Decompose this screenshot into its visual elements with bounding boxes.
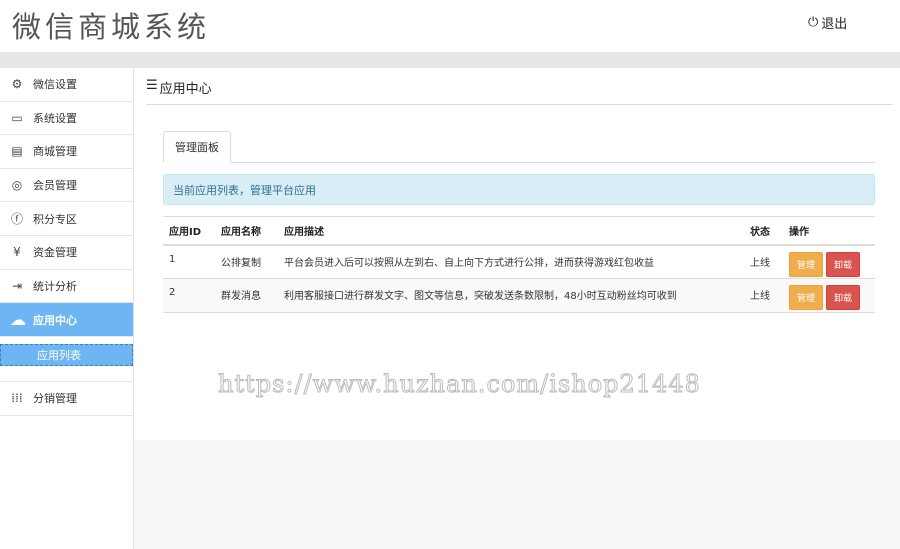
uninstall-button[interactable]: 卸载 (826, 251, 861, 277)
sidebar-item-points[interactable]: ⓕ 积分专区 (0, 202, 133, 236)
table-row: 1 公排复制 平台会员进入后可以按照从左到右、自上向下方式进行公排，进而获得游戏… (163, 244, 875, 279)
user-icon: ◎ (11, 178, 23, 193)
sidebar-item-label: 应用中心 (33, 313, 77, 327)
cell-status: 上线 (744, 244, 783, 279)
sidebar-item-mall[interactable]: ▤ 商城管理 (0, 135, 133, 169)
sidebar-item-label: 微信设置 (33, 78, 77, 92)
sidebar: ⚙ 微信设置 ▭ 系统设置 ▤ 商城管理 ◎ 会员管理 ⓕ 积分专区 ¥ 资金管理 ⇥ 统计分… (0, 68, 134, 549)
sidebar-item-system-settings[interactable]: ▭ 系统设置 (0, 102, 133, 136)
tab-bar: 管理面板 (163, 131, 875, 163)
info-alert: 当前应用列表，管理平台应用 (163, 174, 875, 205)
col-header: 状态 (744, 216, 783, 246)
cell-id: 2 (163, 278, 215, 313)
manage-button[interactable]: 管理 (789, 251, 824, 277)
uninstall-button[interactable]: 卸载 (826, 285, 861, 310)
cell-status: 上线 (744, 278, 783, 313)
cell-id: 1 (163, 244, 215, 279)
cell-name: 群发消息 (215, 278, 278, 313)
cloud-icon: ☁ (10, 310, 26, 330)
apps-table: 应用ID 应用名称 应用描述 状态 操作 1 公排复制 平台会员进入后可以按照从… (163, 216, 875, 313)
page-title-text: 应用中心 (159, 82, 212, 97)
cell-actions: 管理 卸载 (783, 278, 875, 313)
sidebar-item-wechat-settings[interactable]: ⚙ 微信设置 (0, 68, 133, 102)
col-header: 应用名称 (215, 216, 278, 246)
monitor-icon: ▭ (11, 110, 23, 125)
tab-admin-panel[interactable]: 管理面板 (163, 131, 231, 163)
grid-icon: ⁞⁞⁞ (11, 391, 23, 406)
logout-button[interactable]: ⏻ 退出 (808, 13, 847, 32)
cell-name: 公排复制 (215, 244, 278, 279)
submenu: 应用列表 (0, 344, 133, 383)
header-band (0, 52, 900, 68)
sidebar-item-app-center[interactable]: ☁ 应用中心 (0, 303, 133, 338)
power-icon: ⏻ (808, 15, 819, 30)
footer-area (134, 440, 900, 549)
col-header: 应用ID (163, 216, 215, 246)
sidebar-item-label: 统计分析 (33, 279, 77, 293)
cell-desc: 平台会员进入后可以按照从左到右、自上向下方式进行公排，进而获得游戏红包收益 (278, 244, 744, 279)
manage-button[interactable]: 管理 (789, 285, 824, 310)
header: 微信商城系统 ⏻ 退出 (0, 0, 900, 52)
sidebar-item-distribution[interactable]: ⁞⁞⁞ 分销管理 (0, 382, 133, 416)
table-row: 2 群发消息 利用客服接口进行群发文字、图文等信息，突破发送条数限制，48小时互… (163, 278, 875, 313)
sidebar-item-label: 分销管理 (33, 392, 77, 406)
cell-desc: 利用客服接口进行群发文字、图文等信息，突破发送条数限制，48小时互动粉丝均可收到 (278, 278, 744, 313)
col-header: 应用描述 (278, 216, 744, 246)
logout-label: 退出 (821, 17, 848, 32)
yen-icon: ¥ (13, 245, 21, 260)
sidebar-item-label: 积分专区 (33, 212, 77, 226)
gear-icon: ⚙ (11, 77, 23, 92)
page-title: ☰ 应用中心 (146, 78, 893, 105)
points-icon: ⓕ (10, 212, 23, 227)
sidebar-item-label: 商城管理 (33, 145, 77, 159)
sidebar-item-members[interactable]: ◎ 会员管理 (0, 169, 133, 203)
cell-actions: 管理 卸载 (783, 244, 875, 279)
sidebar-item-funds[interactable]: ¥ 资金管理 (0, 236, 133, 270)
watermark: https://www.huzhan.com/ishop21448 (218, 370, 701, 399)
store-icon: ▤ (11, 144, 23, 159)
list-icon: ☰ (146, 78, 158, 93)
sidebar-item-label: 资金管理 (33, 246, 77, 260)
login-icon: ⇥ (11, 278, 23, 293)
col-header: 操作 (783, 216, 875, 246)
app-title: 微信商城系统 (12, 10, 211, 44)
sidebar-item-statistics[interactable]: ⇥ 统计分析 (0, 270, 133, 304)
sidebar-subitem-app-list[interactable]: 应用列表 (0, 344, 133, 367)
sidebar-item-label: 会员管理 (33, 179, 77, 193)
sidebar-item-label: 系统设置 (33, 111, 77, 125)
